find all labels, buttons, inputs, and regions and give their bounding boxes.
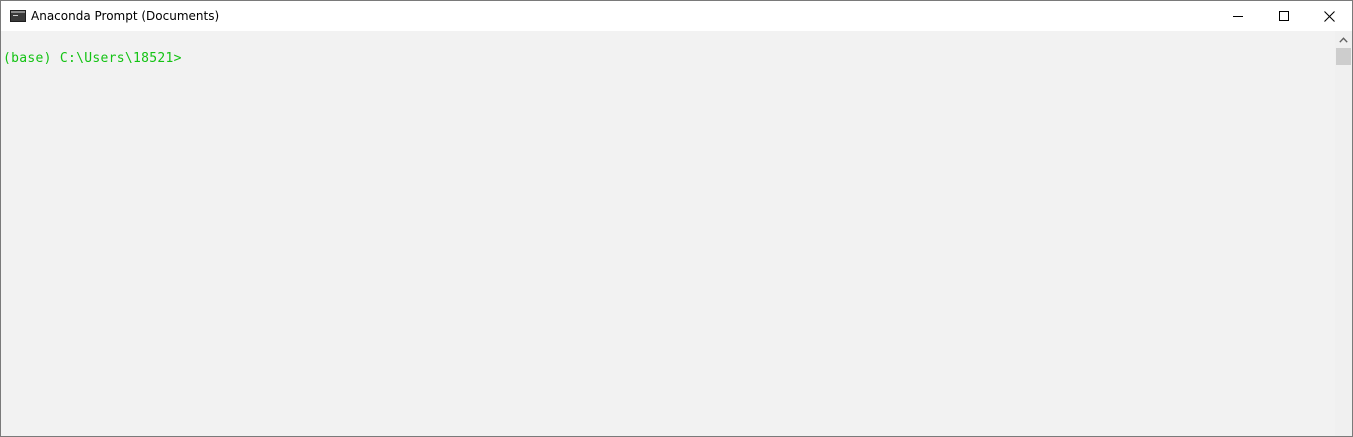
title-bar[interactable]: Anaconda Prompt (Documents) [1, 0, 1352, 31]
console-output-area[interactable]: (base) C:\Users\18521> [1, 31, 1335, 436]
close-icon [1323, 10, 1335, 22]
console-window: Anaconda Prompt (Documents) (base) C:\Us… [0, 0, 1353, 437]
terminal-icon [10, 10, 26, 22]
maximize-button[interactable] [1261, 1, 1307, 31]
maximize-icon [1279, 11, 1289, 21]
window-title: Anaconda Prompt (Documents) [31, 9, 220, 23]
command-prompt: (base) C:\Users\18521> [3, 51, 182, 66]
minimize-icon [1233, 16, 1243, 17]
scroll-up-button[interactable] [1335, 31, 1352, 48]
close-button[interactable] [1306, 1, 1352, 31]
chevron-up-icon [1339, 36, 1348, 43]
vertical-scrollbar[interactable] [1335, 31, 1352, 436]
scrollbar-thumb[interactable] [1336, 48, 1351, 65]
minimize-button[interactable] [1215, 1, 1261, 31]
